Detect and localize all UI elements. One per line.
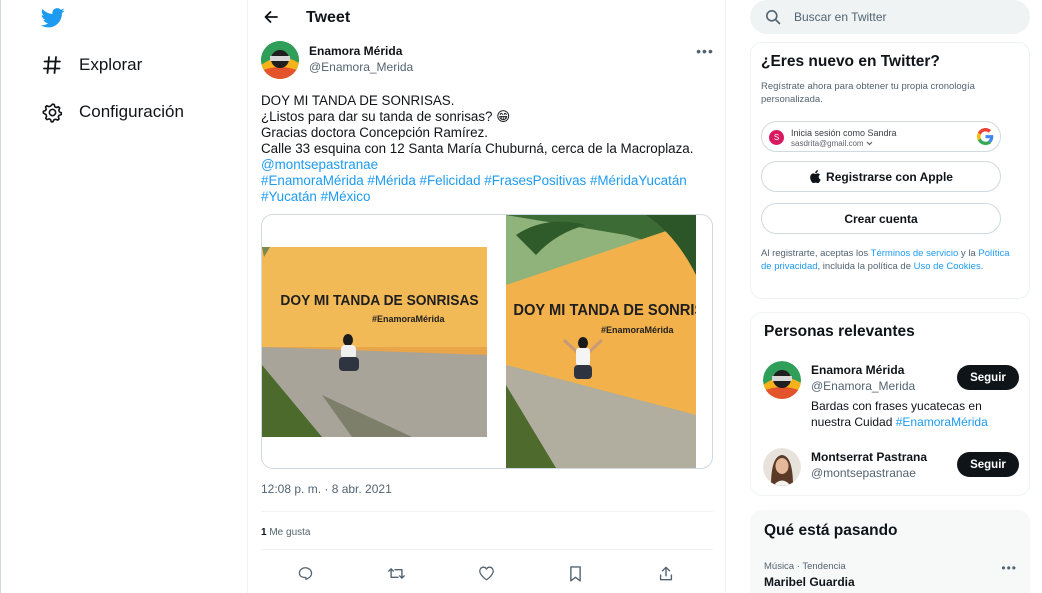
tweet-line: Gracias doctora Concepción Ramírez. — [261, 125, 488, 140]
terms-link[interactable]: Términos de servicio — [871, 248, 959, 259]
apple-icon — [810, 170, 821, 183]
tweet-author: Enamora Mérida @Enamora_Merida ••• — [261, 41, 716, 81]
search-icon — [765, 9, 781, 25]
wall-tag: #EnamoraMérida — [601, 325, 675, 335]
retweet-icon[interactable] — [385, 562, 407, 584]
chevron-down-icon — [866, 141, 873, 146]
nav-explore[interactable]: Explorar — [40, 50, 142, 80]
google-signin-button[interactable]: S Inicia sesión como Sandra sasdrita@gma… — [761, 121, 1001, 152]
terms-text: Al registrarte, aceptas los Términos de … — [761, 248, 1016, 273]
person-handle: @montsepastranae — [811, 466, 916, 480]
apple-signup-button[interactable]: Registrarse con Apple — [761, 161, 1001, 192]
avatar[interactable] — [763, 448, 801, 486]
search-input[interactable] — [794, 8, 1014, 26]
hashtags-link[interactable]: #Yucatán #México — [261, 189, 721, 205]
avatar[interactable] — [261, 41, 299, 79]
twitter-bird-icon[interactable] — [40, 7, 65, 29]
person-name[interactable]: Montserrat Pastrana — [811, 450, 927, 464]
arrow-left-icon[interactable] — [260, 6, 282, 28]
gear-icon — [40, 100, 64, 124]
tweet-timestamp[interactable]: 12:08 p. m. · 8 abr. 2021 — [261, 482, 392, 496]
tweet-photo-2[interactable]: DOY MI TANDA DE SONRISAS #EnamoraMérida — [506, 215, 696, 468]
trend-item[interactable]: Música · Tendencia Maribel Guardia ••• — [751, 555, 1031, 593]
divider — [261, 549, 713, 550]
avatar: S — [769, 130, 784, 145]
tweet-line: ¿Listos para dar su tanda de sonrisas? 😁 — [261, 109, 511, 124]
tweet-column: Tweet Enamora Mérida @Enamora_Merida •••… — [247, 0, 726, 593]
terms-prefix: Al registrarte, aceptas los — [761, 248, 871, 259]
hashtag-link[interactable]: #EnamoraMérida — [896, 415, 988, 429]
left-nav: Explorar Configuración — [0, 0, 247, 593]
new-to-twitter-card: ¿Eres nuevo en Twitter? Regístrate ahora… — [750, 42, 1030, 299]
divider — [261, 511, 713, 512]
apple-signup-label: Registrarse con Apple — [826, 169, 953, 184]
card-title: Personas relevantes — [764, 323, 915, 340]
mention-link[interactable]: @montsepastranae — [261, 157, 721, 173]
terms-end: . — [980, 260, 984, 272]
more-horizontal-icon[interactable]: ••• — [694, 43, 716, 59]
share-icon[interactable] — [655, 562, 677, 584]
trend-meta: Música · Tendencia — [764, 561, 846, 572]
like-icon[interactable] — [475, 562, 497, 584]
card-description: Regístrate ahora para obtener tu propia … — [761, 81, 975, 105]
likes-count[interactable]: 1 Me gusta — [261, 527, 310, 538]
bookmark-icon[interactable] — [564, 562, 586, 584]
right-sidebar: ¿Eres nuevo en Twitter? Regístrate ahora… — [750, 0, 1030, 593]
tweet-header: Tweet — [248, 0, 726, 36]
window-edge — [0, 0, 1, 593]
follow-button[interactable]: Seguir — [957, 365, 1019, 390]
wall-text: DOY MI TANDA DE SONRISAS — [280, 293, 479, 310]
avatar[interactable] — [763, 361, 801, 399]
google-signin-email: sasdrita@gmail.com — [791, 139, 873, 148]
person-bio: Bardas con frases yucatecas en nuestra C… — [811, 398, 1011, 430]
more-horizontal-icon[interactable]: ••• — [1001, 561, 1017, 575]
wall-tag: #EnamoraMérida — [372, 314, 446, 324]
terms-mid: , incluida la política de — [817, 260, 914, 272]
create-account-label: Crear cuenta — [844, 211, 918, 226]
google-email: sasdrita@gmail.com — [791, 139, 864, 148]
hashtag-icon — [40, 53, 64, 77]
reply-icon[interactable] — [294, 562, 316, 584]
tweet-photo-1[interactable]: DOY MI TANDA DE SONRISAS #EnamoraMérida — [262, 215, 504, 468]
tweet-text: DOY MI TANDA DE SONRISAS. ¿Listos para d… — [261, 93, 721, 205]
wall-text: DOY MI TANDA DE SONRISAS — [513, 301, 696, 319]
google-logo-icon — [977, 128, 994, 145]
page-title: Tweet — [306, 9, 351, 26]
search-bar[interactable] — [750, 0, 1030, 34]
card-title: ¿Eres nuevo en Twitter? — [761, 53, 940, 70]
google-signin-name: Inicia sesión como Sandra — [791, 128, 897, 138]
nav-settings-label: Configuración — [79, 102, 184, 121]
follow-button[interactable]: Seguir — [957, 452, 1019, 477]
tweet-line: Calle 33 esquina con 12 Santa María Chub… — [261, 141, 694, 156]
create-account-button[interactable]: Crear cuenta — [761, 203, 1001, 234]
terms-mid: y la — [958, 248, 979, 259]
whats-happening-card: Qué está pasando Música · Tendencia Mari… — [750, 510, 1030, 593]
trend-name: Maribel Guardia — [764, 575, 855, 589]
tweet-line: DOY MI TANDA DE SONRISAS. — [261, 93, 455, 108]
person-name[interactable]: Enamora Mérida — [811, 363, 904, 377]
likes-label: Me gusta — [269, 527, 311, 538]
person-handle: @Enamora_Merida — [811, 379, 916, 393]
author-handle[interactable]: @Enamora_Merida — [309, 60, 413, 74]
nav-settings[interactable]: Configuración — [40, 97, 184, 127]
tweet-media: DOY MI TANDA DE SONRISAS #EnamoraMérida … — [261, 214, 713, 469]
nav-explore-label: Explorar — [79, 55, 143, 74]
card-title: Qué está pasando — [764, 522, 898, 539]
author-name[interactable]: Enamora Mérida — [309, 44, 402, 58]
tweet-actions — [261, 562, 713, 584]
likes-number: 1 — [261, 527, 267, 538]
hashtags-link[interactable]: #EnamoraMérida #Mérida #Felicidad #Frase… — [261, 173, 721, 189]
cookies-link[interactable]: Uso de Cookies — [914, 261, 981, 272]
